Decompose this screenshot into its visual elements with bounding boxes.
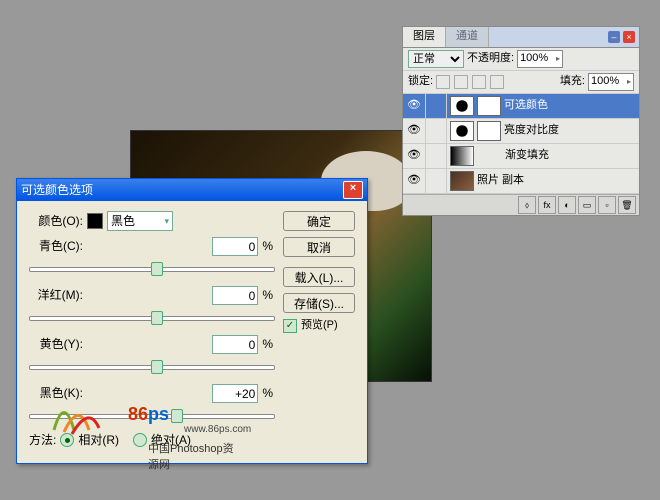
slider-track[interactable] (29, 311, 273, 325)
method-relative-radio[interactable] (60, 433, 74, 447)
slider-track[interactable] (29, 262, 273, 276)
method-relative-label: 相对(R) (78, 433, 119, 447)
layer-row[interactable]: 👁 照片 副本 (403, 169, 639, 194)
adjustment-thumb (450, 96, 474, 116)
opacity-input[interactable]: 100% (517, 50, 563, 68)
layer-name: 亮度对比度 (504, 124, 559, 137)
add-mask-icon[interactable]: ◐ (558, 196, 576, 214)
layer-name: 照片 副本 (477, 174, 524, 187)
visibility-icon[interactable]: 👁 (403, 94, 426, 118)
lock-position-icon[interactable] (472, 75, 486, 89)
slider-handle[interactable] (151, 360, 163, 374)
slider-handle[interactable] (171, 409, 183, 423)
slider-label: 洋红(M): (29, 288, 83, 302)
visibility-icon[interactable]: 👁 (403, 144, 426, 168)
preview-checkbox[interactable]: ✓ (283, 319, 297, 333)
layers-panel: 图层 通道 – × 正常 不透明度: 100% 锁定: 填充: 100% 👁 可选… (402, 26, 640, 216)
delete-layer-icon[interactable]: 🗑 (618, 196, 636, 214)
slider-handle[interactable] (151, 262, 163, 276)
dialog-title: 可选颜色选项 (21, 183, 93, 197)
lock-transparency-icon[interactable] (436, 75, 450, 89)
mask-thumb (477, 121, 501, 141)
slider-label: 青色(C): (29, 239, 83, 253)
save-button[interactable]: 存储(S)... (283, 293, 355, 313)
percent-label: % (262, 239, 273, 253)
adjustment-thumb (450, 121, 474, 141)
color-select[interactable]: 黑色 (107, 211, 173, 231)
percent-label: % (262, 337, 273, 351)
selective-color-dialog: 可选颜色选项 × 颜色(O): 黑色 青色(C):% 洋红(M):% 黄色(Y):% 黑色… (16, 178, 368, 464)
slider-value-input[interactable] (212, 335, 258, 354)
load-button[interactable]: 载入(L)... (283, 267, 355, 287)
colors-label: 颜色(O): (29, 214, 83, 228)
close-button[interactable]: × (343, 181, 363, 199)
layer-name: 可选颜色 (504, 99, 548, 112)
layer-row[interactable]: 👁 渐变填充 (403, 144, 639, 169)
cancel-button[interactable]: 取消 (283, 237, 355, 257)
link-layers-icon[interactable]: ⬨ (518, 196, 536, 214)
slider-label: 黄色(Y): (29, 337, 83, 351)
slider-value-input[interactable] (212, 286, 258, 305)
layer-list: 👁 可选颜色 👁 亮度对比度 👁 渐变填充 👁 照片 副本 (403, 94, 639, 194)
layer-row[interactable]: 👁 亮度对比度 (403, 119, 639, 144)
visibility-icon[interactable]: 👁 (403, 119, 426, 143)
percent-label: % (262, 386, 273, 400)
slider-label: 黑色(K): (29, 386, 83, 400)
new-layer-icon[interactable]: ▫ (598, 196, 616, 214)
gradient-thumb (450, 146, 474, 166)
slider-track[interactable] (29, 409, 273, 423)
fill-input[interactable]: 100% (588, 73, 634, 91)
visibility-icon[interactable]: 👁 (403, 169, 426, 193)
opacity-label: 不透明度: (467, 52, 514, 65)
tab-layers[interactable]: 图层 (403, 27, 446, 46)
lock-pixels-icon[interactable] (454, 75, 468, 89)
slider-value-input[interactable] (212, 384, 258, 403)
method-label: 方法: (29, 433, 56, 447)
new-group-icon[interactable]: ▭ (578, 196, 596, 214)
layer-name: 渐变填充 (505, 149, 549, 162)
fill-label: 填充: (560, 75, 585, 88)
minimize-icon[interactable]: – (608, 31, 620, 43)
method-absolute-label: 绝对(A) (151, 433, 191, 447)
lock-all-icon[interactable] (490, 75, 504, 89)
blend-mode-select[interactable]: 正常 (408, 50, 464, 68)
layer-style-icon[interactable]: fx (538, 196, 556, 214)
method-absolute-radio[interactable] (133, 433, 147, 447)
preview-label: 预览(P) (301, 319, 338, 332)
tab-channels[interactable]: 通道 (446, 27, 489, 46)
slider-value-input[interactable] (212, 237, 258, 256)
ok-button[interactable]: 确定 (283, 211, 355, 231)
lock-label: 锁定: (408, 75, 433, 88)
percent-label: % (262, 288, 273, 302)
slider-track[interactable] (29, 360, 273, 374)
color-swatch (87, 213, 103, 229)
close-icon[interactable]: × (623, 31, 635, 43)
layer-row[interactable]: 👁 可选颜色 (403, 94, 639, 119)
image-thumb (450, 171, 474, 191)
mask-thumb (477, 96, 501, 116)
slider-handle[interactable] (151, 311, 163, 325)
